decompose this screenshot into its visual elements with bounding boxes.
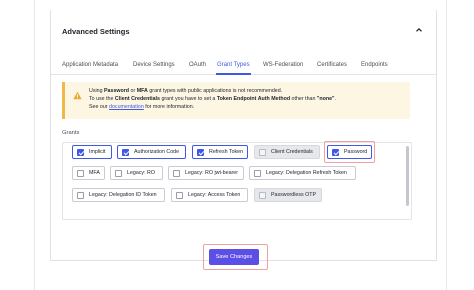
- grant-passwordless-otp[interactable]: Passwordless OTP: [254, 188, 322, 202]
- grant-label: Legacy: Delegation Refresh Token: [266, 170, 347, 176]
- grant-label: Legacy: Delegation ID Token: [89, 192, 157, 198]
- grant-mfa[interactable]: MFA: [72, 166, 105, 180]
- checkbox-icon: [332, 148, 339, 156]
- checkbox-icon: [254, 169, 261, 177]
- grant-label: Authorization Code: [134, 149, 180, 155]
- grants-scrollbar[interactable]: [406, 146, 409, 206]
- tab-certificates[interactable]: Certificates: [317, 62, 347, 68]
- checkbox-icon: [122, 148, 129, 156]
- warning-banner: Using Password or MFA grant types with p…: [62, 82, 410, 119]
- tab-oauth[interactable]: OAuth: [189, 62, 206, 68]
- grant-label: Refresh Token: [209, 149, 244, 155]
- settings-tabs: Application Metadata Device Settings OAu…: [51, 50, 436, 75]
- grant-legacy-delegation-id-token[interactable]: Legacy: Delegation ID Token: [72, 188, 165, 202]
- warning-line-2: To use the Client Credentials grant you …: [89, 96, 337, 103]
- page-left-rule: [34, 0, 35, 290]
- grant-legacy-access-token[interactable]: Legacy: Access Token: [171, 188, 248, 202]
- grant-legacy-ro[interactable]: Legacy: RO: [110, 166, 163, 180]
- grant-client-credentials[interactable]: Client Credentials: [254, 145, 320, 159]
- page-right-rule: [446, 0, 447, 290]
- grant-implicit[interactable]: Implicit: [72, 145, 112, 159]
- warning-line-3: See our documentation for more informati…: [89, 104, 195, 111]
- checkbox-icon: [77, 191, 84, 199]
- documentation-link[interactable]: documentation: [109, 104, 144, 110]
- warning-line-1: Using Password or MFA grant types with p…: [89, 88, 283, 94]
- tab-endpoints[interactable]: Endpoints: [361, 62, 388, 68]
- checkbox-icon: [259, 148, 266, 156]
- checkbox-icon: [176, 191, 183, 199]
- tab-grant-types[interactable]: Grant Types: [217, 62, 250, 68]
- grants-label: Grants: [62, 130, 80, 136]
- tab-device-settings[interactable]: Device Settings: [133, 62, 175, 68]
- checkbox-icon: [259, 191, 266, 199]
- checkbox-icon: [173, 169, 180, 177]
- grant-label: Legacy: RO jwt-bearer: [185, 170, 238, 176]
- active-tab-indicator: [216, 73, 251, 75]
- grant-legacy-ro-jwt-bearer[interactable]: Legacy: RO jwt-bearer: [168, 166, 244, 180]
- grant-legacy-delegation-refresh-token[interactable]: Legacy: Delegation Refresh Token: [249, 166, 356, 180]
- checkbox-icon: [77, 148, 84, 156]
- checkbox-icon: [115, 169, 122, 177]
- section-title: Advanced Settings: [62, 27, 130, 36]
- grant-label: Implicit: [89, 149, 106, 155]
- checkbox-icon: [197, 148, 204, 156]
- grant-label: Legacy: Access Token: [188, 192, 241, 198]
- warning-icon: [73, 91, 82, 100]
- grant-authorization-code[interactable]: Authorization Code: [117, 145, 186, 159]
- grant-label: MFA: [89, 170, 100, 176]
- grant-label: Legacy: RO: [127, 170, 155, 176]
- tab-ws-federation[interactable]: WS-Federation: [263, 62, 303, 68]
- grant-label: Passwordless OTP: [271, 192, 317, 198]
- grant-label: Password: [344, 149, 368, 155]
- checkbox-icon: [77, 169, 84, 177]
- grant-label: Client Credentials: [271, 149, 313, 155]
- tab-application-metadata[interactable]: Application Metadata: [62, 62, 118, 68]
- chevron-up-icon[interactable]: [414, 25, 424, 35]
- grant-refresh-token[interactable]: Refresh Token: [192, 145, 248, 159]
- warning-text: Using Password or MFA grant types with p…: [89, 87, 409, 112]
- advanced-settings-panel: Advanced Settings Application Metadata D…: [50, 10, 437, 261]
- save-changes-button[interactable]: Save Changes: [209, 249, 259, 265]
- grant-password[interactable]: Password: [327, 145, 372, 159]
